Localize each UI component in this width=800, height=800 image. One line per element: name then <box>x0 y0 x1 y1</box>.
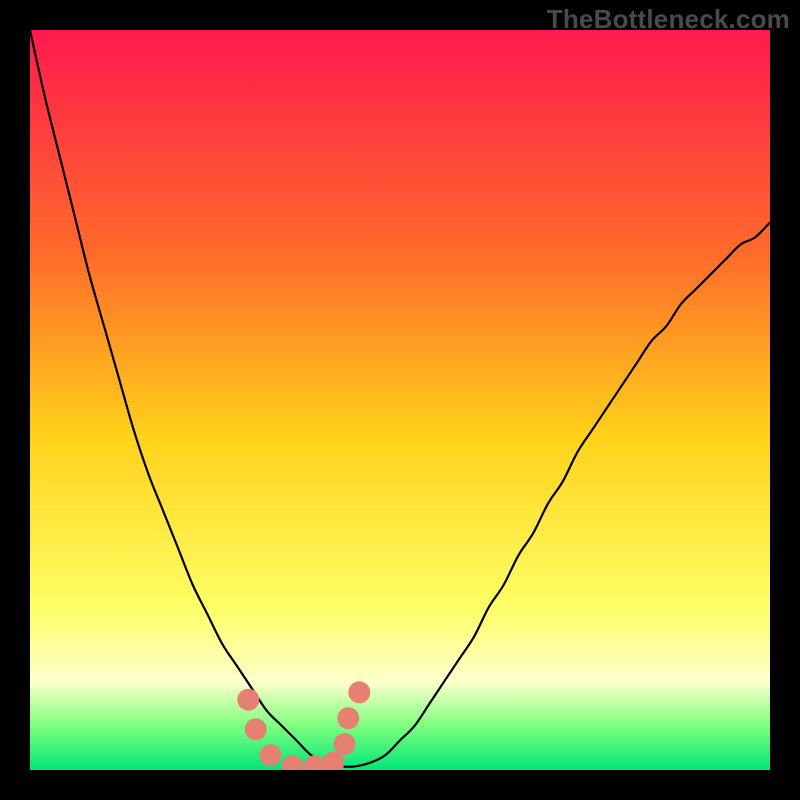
data-marker <box>237 689 259 711</box>
data-marker <box>348 681 370 703</box>
gradient-background <box>30 30 770 770</box>
data-marker <box>260 744 282 766</box>
data-marker <box>245 718 267 740</box>
plot-area <box>30 30 770 770</box>
data-marker <box>334 733 356 755</box>
chart-frame: TheBottleneck.com <box>0 0 800 800</box>
bottleneck-chart <box>30 30 770 770</box>
data-marker <box>337 707 359 729</box>
